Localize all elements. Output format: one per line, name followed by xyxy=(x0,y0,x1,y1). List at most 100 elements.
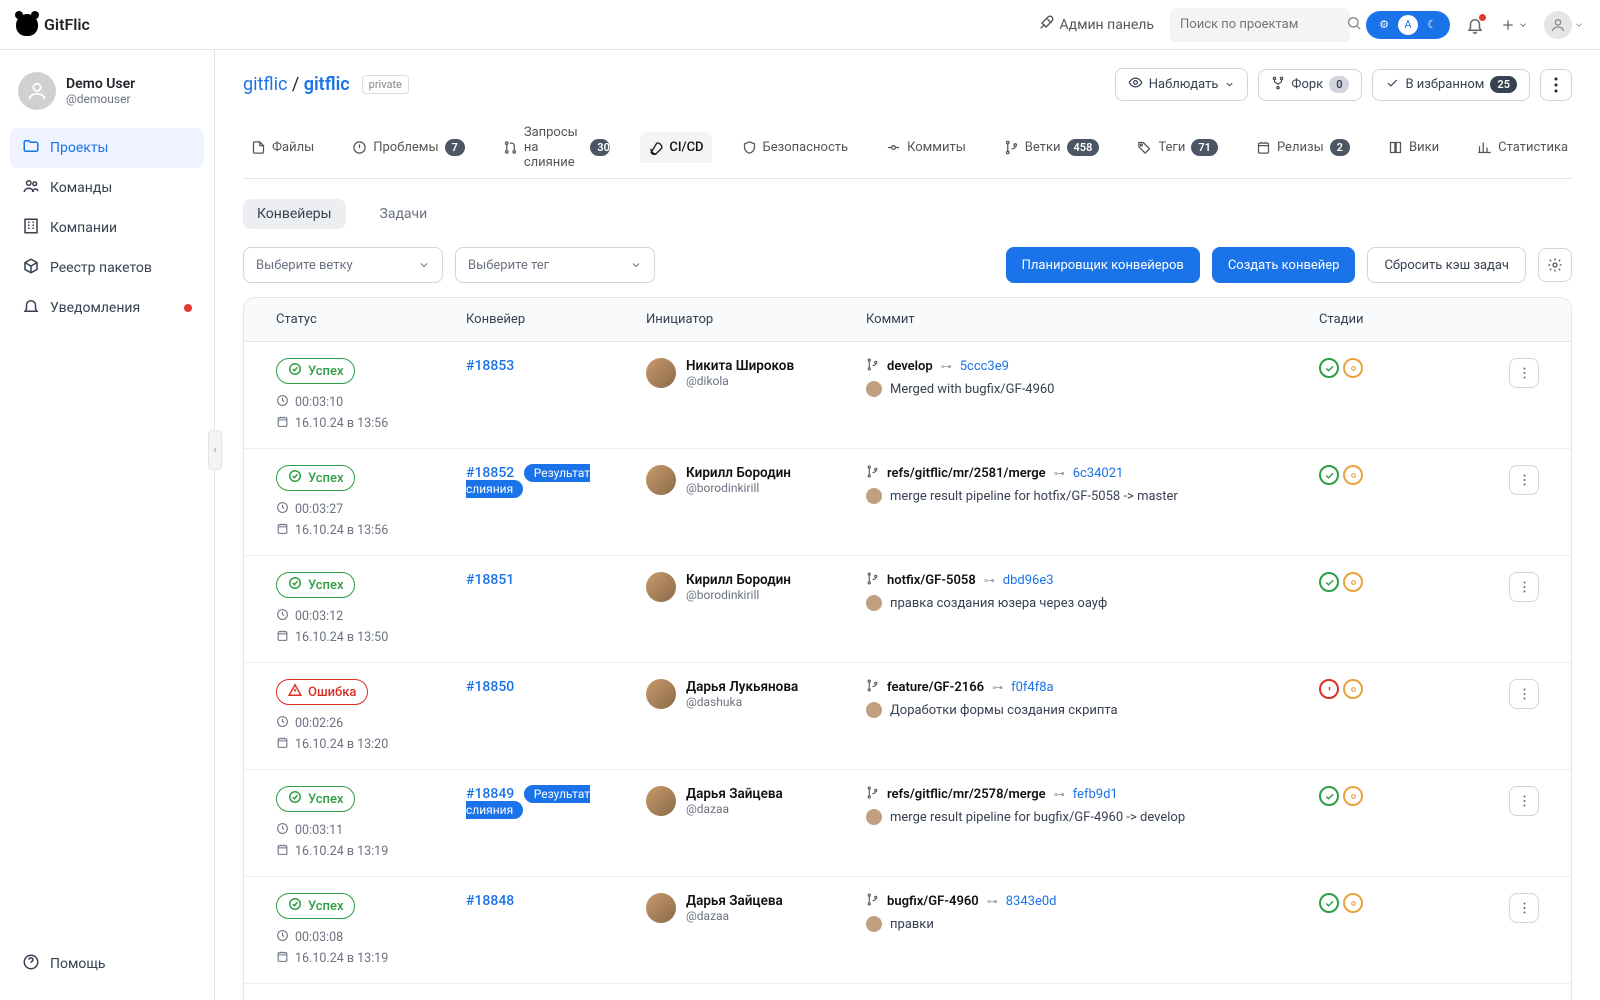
search-input[interactable] xyxy=(1180,17,1346,32)
subtab-pipelines[interactable]: Конвейеры xyxy=(243,199,346,229)
branch-name[interactable]: bugfix/GF-4960 xyxy=(887,894,979,909)
branch-name[interactable]: hotfix/GF-5058 xyxy=(887,573,976,588)
branch-name[interactable]: develop xyxy=(887,359,933,374)
favorite-button[interactable]: В избранном 25 xyxy=(1372,69,1530,101)
link-icon: ⊶ xyxy=(1054,788,1065,801)
stage-ok[interactable] xyxy=(1319,465,1339,485)
initiator-handle: @borodinkirill xyxy=(686,588,791,602)
tab-commits[interactable]: Коммиты xyxy=(878,132,974,163)
initiator-name[interactable]: Дарья Зайцева xyxy=(686,893,783,909)
breadcrumb-repo[interactable]: gitflic xyxy=(304,74,350,95)
row-menu-button[interactable] xyxy=(1509,786,1539,816)
user-card[interactable]: Demo User @demouser xyxy=(10,66,204,128)
status-pill[interactable]: Ошибка xyxy=(276,679,368,705)
initiator-name[interactable]: Дарья Зайцева xyxy=(686,786,783,802)
pipeline-link[interactable]: #18849 xyxy=(466,786,514,802)
pipeline-link[interactable]: #18852 xyxy=(466,465,514,481)
commit-hash[interactable]: 6c34021 xyxy=(1073,466,1124,481)
status-icon xyxy=(288,790,302,808)
tab-issues[interactable]: Проблемы 7 xyxy=(344,131,473,164)
clock-icon xyxy=(276,501,289,518)
sidebar-collapse-handle[interactable]: ‹ xyxy=(208,430,222,470)
pipeline-link[interactable]: #18851 xyxy=(466,572,514,588)
folder-icon xyxy=(22,137,40,159)
stage-pending[interactable] xyxy=(1343,786,1363,806)
create-pipeline-button[interactable]: Создать конвейер xyxy=(1212,247,1356,283)
status-pill[interactable]: Успех xyxy=(276,572,355,598)
add-button[interactable] xyxy=(1500,17,1528,33)
status-pill[interactable]: Успех xyxy=(276,786,355,812)
breadcrumb-owner[interactable]: gitflic xyxy=(243,74,287,95)
scheduler-button[interactable]: Планировщик конвейеров xyxy=(1006,247,1200,283)
tag-select[interactable]: Выберите тег xyxy=(455,247,655,283)
reset-cache-button[interactable]: Сбросить кэш задач xyxy=(1367,247,1526,283)
tab-tags[interactable]: Теги 71 xyxy=(1129,131,1226,164)
sidebar-item-help[interactable]: Помощь xyxy=(10,944,204,984)
stage-pending[interactable] xyxy=(1343,465,1363,485)
stage-ok[interactable] xyxy=(1319,893,1339,913)
row-menu-button[interactable] xyxy=(1509,679,1539,709)
sidebar-item-projects[interactable]: Проекты xyxy=(10,128,204,168)
tab-cicd[interactable]: CI/CD xyxy=(640,132,711,163)
notifications-button[interactable] xyxy=(1466,16,1484,34)
pipeline-link[interactable]: #18850 xyxy=(466,679,514,695)
sidebar-item-teams[interactable]: Команды xyxy=(10,168,204,208)
pipeline-link[interactable]: #18848 xyxy=(466,893,514,909)
row-menu-button[interactable] xyxy=(1509,358,1539,388)
branch-icon xyxy=(866,465,879,482)
stage-ok[interactable] xyxy=(1319,572,1339,592)
stage-ok[interactable] xyxy=(1319,786,1339,806)
branch-select[interactable]: Выберите ветку xyxy=(243,247,443,283)
initiator-name[interactable]: Кирилл Бородин xyxy=(686,572,791,588)
fork-button[interactable]: Форк 0 xyxy=(1258,69,1362,101)
sidebar-item-companies[interactable]: Компании xyxy=(10,208,204,248)
tab-stats[interactable]: Статистика xyxy=(1469,132,1576,163)
stages xyxy=(1319,358,1479,378)
tab-merge-requests[interactable]: Запросы на слияние 30 xyxy=(495,117,618,178)
commit-hash[interactable]: f0f4f8a xyxy=(1011,680,1054,695)
initiator-handle: @borodinkirill xyxy=(686,481,791,495)
subtab-jobs[interactable]: Задачи xyxy=(366,199,442,229)
pipeline-link[interactable]: #18853 xyxy=(466,358,514,374)
initiator-name[interactable]: Кирилл Бородин xyxy=(686,465,791,481)
admin-panel-link[interactable]: Админ панель xyxy=(1038,15,1154,35)
commit-hash[interactable]: 5ccc3e9 xyxy=(960,359,1009,374)
branch-name[interactable]: refs/gitflic/mr/2581/merge xyxy=(887,466,1046,481)
status-pill[interactable]: Успех xyxy=(276,465,355,491)
tab-security[interactable]: Безопасность xyxy=(734,132,857,163)
initiator-name[interactable]: Никита Широков xyxy=(686,358,794,374)
commit-hash[interactable]: fefb9d1 xyxy=(1073,787,1118,802)
tab-files[interactable]: Файлы xyxy=(243,132,322,163)
sidebar-item-label: Реестр пакетов xyxy=(50,260,152,276)
settings-button[interactable] xyxy=(1538,248,1572,282)
user-menu[interactable] xyxy=(1544,11,1584,39)
stage-pending[interactable] xyxy=(1343,572,1363,592)
logo[interactable]: GitFlic xyxy=(16,14,90,36)
clock-icon xyxy=(276,715,289,732)
stage-pending[interactable] xyxy=(1343,358,1363,378)
tab-releases[interactable]: Релизы 2 xyxy=(1248,131,1358,164)
tab-branches[interactable]: Ветки 458 xyxy=(996,131,1108,164)
row-menu-button[interactable] xyxy=(1509,572,1539,602)
stage-pending[interactable] xyxy=(1343,893,1363,913)
commit-hash[interactable]: 8343e0d xyxy=(1006,894,1057,909)
row-menu-button[interactable] xyxy=(1509,465,1539,495)
status-pill[interactable]: Успех xyxy=(276,893,355,919)
project-menu-button[interactable] xyxy=(1540,69,1572,101)
stage-err[interactable] xyxy=(1319,679,1339,699)
tab-wiki[interactable]: Вики xyxy=(1380,132,1447,163)
theme-switcher[interactable]: ⚙ A ☾ xyxy=(1366,11,1450,39)
stage-pending[interactable] xyxy=(1343,679,1363,699)
sidebar-item-notifications[interactable]: Уведомления xyxy=(10,288,204,328)
status-pill[interactable]: Успех xyxy=(276,358,355,384)
commit-hash[interactable]: dbd96e3 xyxy=(1003,573,1054,588)
search-box[interactable] xyxy=(1170,8,1350,42)
branch-name[interactable]: feature/GF-2166 xyxy=(887,680,984,695)
sidebar-item-registry[interactable]: Реестр пакетов xyxy=(10,248,204,288)
sidebar-item-label: Компании xyxy=(50,220,117,236)
stage-ok[interactable] xyxy=(1319,358,1339,378)
row-menu-button[interactable] xyxy=(1509,893,1539,923)
watch-button[interactable]: Наблюдать xyxy=(1115,68,1249,101)
initiator-name[interactable]: Дарья Лукьянова xyxy=(686,679,798,695)
branch-name[interactable]: refs/gitflic/mr/2578/merge xyxy=(887,787,1046,802)
